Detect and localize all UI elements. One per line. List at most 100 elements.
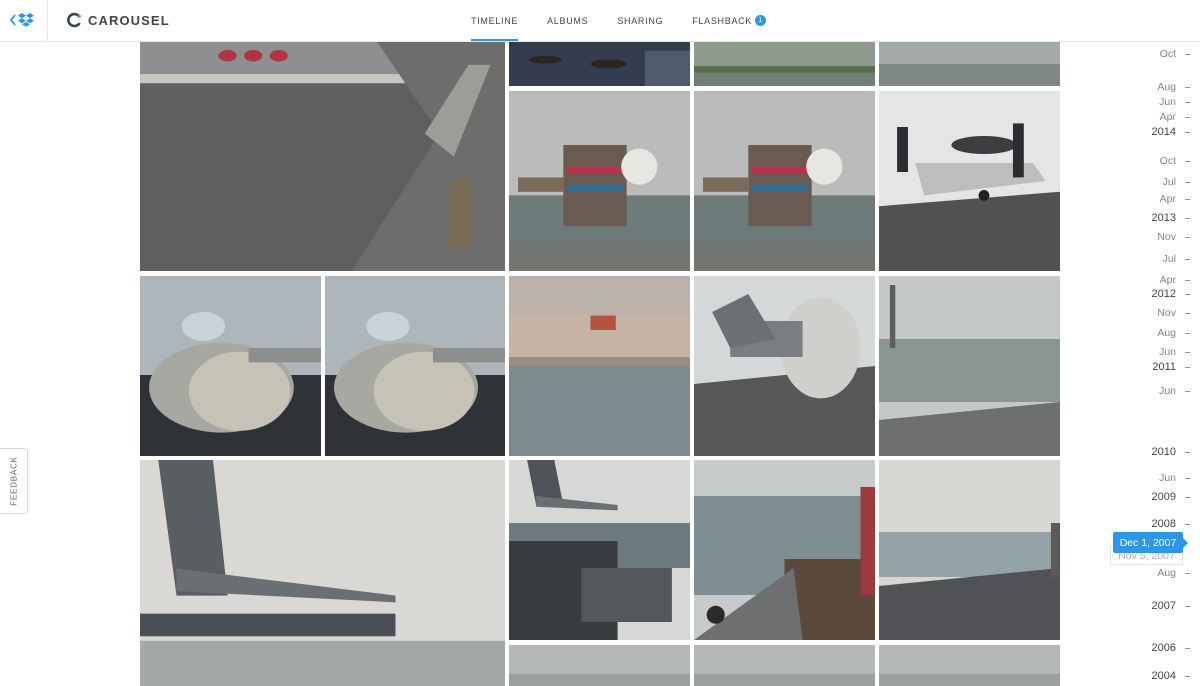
photo-image (694, 276, 875, 456)
timeline-tick (1185, 259, 1190, 260)
photo-carrier-deck-runway[interactable] (140, 42, 505, 271)
timeline-mark[interactable]: 2011 (1152, 361, 1176, 373)
timeline-tick (1185, 606, 1190, 607)
photo-jet-nose-1[interactable] (140, 276, 321, 456)
photo-haze-bottom-1[interactable] (509, 645, 690, 686)
photo-haze-water-top[interactable] (879, 42, 1060, 86)
timeline-tick (1185, 54, 1190, 55)
timeline-tick (1185, 218, 1190, 219)
tab-albums[interactable]: ALBUMS (535, 0, 600, 41)
logo-text: CAROUSEL (88, 12, 170, 28)
photo-e2-hawkeye[interactable] (879, 91, 1060, 271)
timeline-mark[interactable]: Aug (1157, 327, 1176, 339)
timeline-mark[interactable]: Jun (1159, 346, 1176, 358)
timeline-mark[interactable]: Jun (1159, 385, 1176, 397)
photo-image (879, 460, 1060, 640)
timeline-mark[interactable]: 2013 (1152, 212, 1176, 224)
timeline-tick (1185, 478, 1190, 479)
timeline-tick (1185, 333, 1190, 334)
timeline-tick (1185, 648, 1190, 649)
timeline-mark[interactable]: 2009 (1152, 491, 1176, 503)
tab-flashback[interactable]: FLASHBACK 1 (680, 0, 778, 41)
timeline-tick (1185, 161, 1190, 162)
tab-flashback-label: FLASHBACK (692, 15, 753, 26)
back-button[interactable] (0, 0, 48, 41)
photo-deck-edge-canal[interactable] (879, 460, 1060, 640)
timeline-tick (1185, 573, 1190, 574)
timeline-mark[interactable]: Apr (1160, 274, 1176, 286)
timeline-mark[interactable]: 2007 (1152, 600, 1176, 612)
top-bar: CAROUSEL TIMELINE ALBUMS SHARING FLASHBA… (0, 0, 1200, 42)
timeline-tick (1185, 102, 1190, 103)
photo-image (694, 42, 875, 86)
timeline-mark[interactable]: 2014 (1152, 126, 1176, 138)
photo-image (879, 276, 1060, 456)
timeline-mark[interactable]: Apr (1160, 193, 1176, 205)
photo-jet-nose-2[interactable] (325, 276, 505, 456)
tab-sharing[interactable]: SHARING (605, 0, 675, 41)
photo-image (509, 42, 690, 86)
timeline-mark[interactable]: 2006 (1152, 642, 1176, 654)
timeline-mark[interactable]: Apr (1160, 111, 1176, 123)
timeline-mark[interactable]: Oct (1160, 155, 1176, 167)
photo-deck-lights-2[interactable] (694, 91, 875, 271)
timeline-mark[interactable]: 2008 (1152, 518, 1176, 530)
timeline-mark[interactable]: 2012 (1152, 288, 1176, 300)
timeline-tick (1185, 452, 1190, 453)
photo-image (140, 42, 505, 271)
photo-image (325, 276, 505, 456)
photo-canal-bank-top[interactable] (694, 42, 875, 86)
photo-canal-pylon[interactable] (879, 276, 1060, 456)
timeline-mark[interactable]: Jun (1159, 472, 1176, 484)
tab-timeline[interactable]: TIMELINE (459, 0, 530, 41)
photo-image (509, 460, 690, 640)
timeline-tick (1185, 87, 1190, 88)
timeline-mark[interactable]: Nov (1157, 231, 1176, 243)
photo-image (509, 645, 690, 686)
photo-jet-tail-404[interactable] (140, 460, 505, 686)
timeline-tick (1185, 132, 1190, 133)
timeline-tick (1185, 294, 1190, 295)
timeline-tick (1185, 280, 1190, 281)
timeline-scrubber[interactable]: 2015 Oct Aug Jun Apr 2014 Oct Jul Apr 20… (1090, 0, 1200, 686)
photo-crew-top[interactable] (509, 42, 690, 86)
photo-image (879, 42, 1060, 86)
photo-deck-lights-1[interactable] (509, 91, 690, 271)
timeline-tick (1185, 524, 1190, 525)
timeline-tick (1185, 313, 1190, 314)
photo-image (509, 276, 690, 456)
photo-grid (140, 42, 1060, 686)
photo-haze-bottom-3[interactable] (879, 645, 1060, 686)
carousel-logo[interactable]: CAROUSEL (66, 11, 170, 29)
timeline-tick (1185, 497, 1190, 498)
timeline-mark[interactable]: Oct (1160, 48, 1176, 60)
tab-albums-label: ALBUMS (547, 15, 589, 26)
carousel-logo-icon (67, 12, 81, 28)
timeline-mark[interactable]: Aug (1157, 81, 1176, 93)
photo-image (879, 91, 1060, 271)
photo-image (140, 460, 505, 686)
photo-image (879, 645, 1060, 686)
timeline-mark[interactable]: Aug (1157, 567, 1176, 579)
feedback-button[interactable]: FEEDBACK (0, 448, 28, 514)
photo-image (694, 460, 875, 640)
photo-desert-shore[interactable] (509, 276, 690, 456)
timeline-mark[interactable]: 2010 (1152, 446, 1176, 458)
photo-jet-front[interactable] (694, 276, 875, 456)
photo-haze-bottom-2[interactable] (694, 645, 875, 686)
timeline-tick (1185, 352, 1190, 353)
photo-image (694, 91, 875, 271)
photo-image (694, 645, 875, 686)
timeline-current-date: Dec 1, 2007 (1113, 532, 1188, 553)
timeline-mark[interactable]: 2004 (1152, 670, 1176, 682)
dropbox-back-icon (9, 13, 34, 27)
timeline-mark[interactable]: Nov (1157, 307, 1176, 319)
timeline-mark[interactable]: Jun (1159, 96, 1176, 108)
photo-crew-railing[interactable] (694, 460, 875, 640)
timeline-mark[interactable]: Jul (1163, 176, 1176, 188)
timeline-tick (1185, 367, 1190, 368)
timeline-tick (1185, 391, 1190, 392)
tab-timeline-label: TIMELINE (471, 15, 519, 26)
timeline-mark[interactable]: Jul (1163, 253, 1176, 265)
photo-deck-tail-canal[interactable] (509, 460, 690, 640)
